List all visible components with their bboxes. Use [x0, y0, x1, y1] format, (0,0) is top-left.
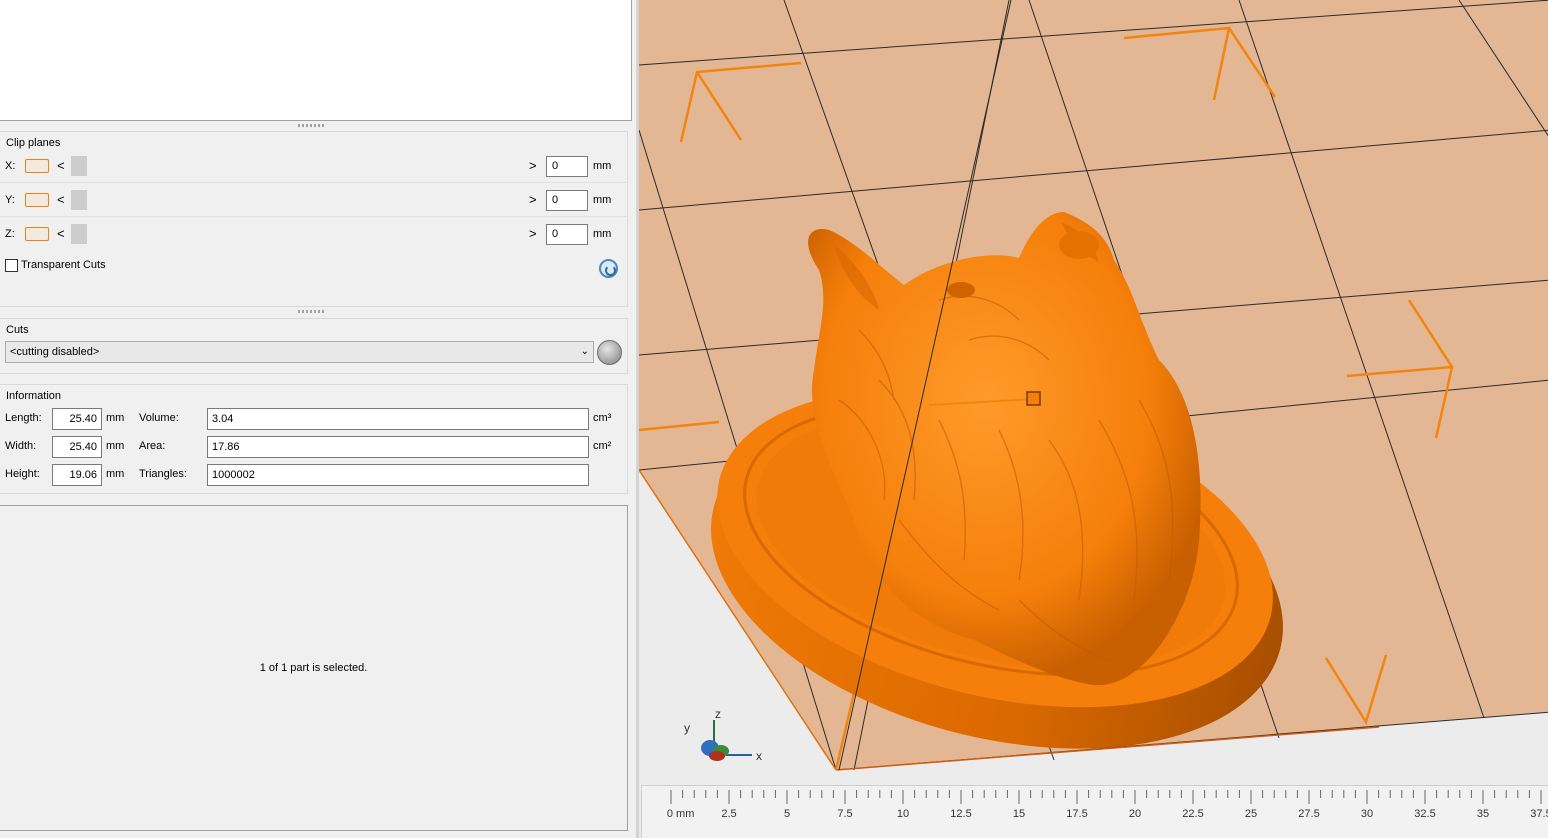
- clip-plane-x-input[interactable]: 0: [546, 156, 588, 177]
- clip-plane-x-unit: mm: [593, 160, 612, 172]
- selection-status: 1 of 1 part is selected.: [259, 662, 368, 674]
- clip-plane-y-label: Y:: [5, 194, 15, 206]
- volume-value: 3.04: [207, 408, 589, 430]
- left-panel: Clip planes X: < > 0 mm Y: < > 0 mm Z: <…: [0, 0, 636, 838]
- axis-y-label: y: [684, 721, 690, 735]
- height-label: Height:: [5, 468, 40, 480]
- object-list-area[interactable]: [0, 0, 632, 121]
- clip-plane-y-slider[interactable]: [71, 190, 87, 210]
- triangles-label: Triangles:: [139, 468, 187, 480]
- reset-icon[interactable]: [599, 259, 618, 278]
- height-unit: mm: [106, 468, 125, 480]
- width-unit: mm: [106, 440, 125, 452]
- ruler-tick-label: 12.5: [950, 808, 972, 820]
- clip-plane-row-z: Z: < > 0 mm: [0, 217, 628, 251]
- transparent-cuts-checkbox[interactable]: [5, 259, 18, 272]
- clip-planes-title: Clip planes: [6, 137, 61, 149]
- ruler-tick-label: 5: [783, 808, 791, 820]
- ruler-tick-label: 35: [1476, 808, 1490, 820]
- clip-plane-z-label: Z:: [5, 228, 15, 240]
- cuts-dropdown[interactable]: <cutting disabled> ⌄: [5, 341, 594, 363]
- height-value: 19.06: [52, 464, 102, 486]
- clip-plane-x-toggle[interactable]: [25, 159, 49, 173]
- ruler-tick-label: 0 mm: [666, 808, 695, 820]
- cut-tool-icon[interactable]: [597, 340, 622, 365]
- area-value: 17.86: [207, 436, 589, 458]
- ruler-tick-label: 7.5: [837, 808, 853, 820]
- clip-plane-x-label: X:: [5, 160, 16, 172]
- clip-plane-z-input[interactable]: 0: [546, 224, 588, 245]
- information-title: Information: [6, 390, 62, 402]
- clip-plane-z-slider[interactable]: [71, 224, 87, 244]
- length-label: Length:: [5, 412, 42, 424]
- ruler-tick-label: 10: [896, 808, 910, 820]
- ruler-tick-label: 2.5: [721, 808, 737, 820]
- clip-plane-y-increase[interactable]: >: [529, 192, 537, 207]
- area-unit: cm²: [593, 440, 612, 452]
- status-panel: 1 of 1 part is selected.: [0, 505, 628, 831]
- width-label: Width:: [5, 440, 37, 452]
- ruler-tick-label: 22.5: [1182, 808, 1204, 820]
- chevron-down-icon: ⌄: [580, 346, 589, 357]
- clip-plane-z-unit: mm: [593, 228, 612, 240]
- transparent-cuts-label: Transparent Cuts: [21, 259, 106, 271]
- 3d-viewport[interactable]: y z x: [636, 0, 1548, 838]
- width-value: 25.40: [52, 436, 102, 458]
- axis-z-label: z: [715, 707, 721, 721]
- clip-plane-row-x: X: < > 0 mm: [0, 149, 628, 183]
- ruler-tick-label: 20: [1128, 808, 1142, 820]
- volume-unit: cm³: [593, 412, 612, 424]
- ruler-tick-label: 30: [1360, 808, 1374, 820]
- triangles-value: 1000002: [207, 464, 589, 486]
- ruler: 0 mm 2.5 5 7.5 10 12.5 15 17.5 20 22.5 25 27.5 30 32.…: [641, 785, 1548, 838]
- clip-plane-y-decrease[interactable]: <: [57, 192, 65, 207]
- clip-plane-row-y: Y: < > 0 mm: [0, 183, 628, 217]
- volume-label: Volume:: [139, 412, 179, 424]
- ruler-tick-label: 37.5: [1530, 808, 1548, 820]
- gizmo-handle: [1026, 391, 1041, 406]
- cuts-title: Cuts: [6, 324, 29, 336]
- viewport-scene: y z x: [639, 0, 1548, 838]
- clip-plane-x-decrease[interactable]: <: [57, 158, 65, 173]
- clip-plane-y-input[interactable]: 0: [546, 190, 588, 211]
- axis-x-label: x: [756, 749, 762, 763]
- ruler-tick-label: 27.5: [1298, 808, 1320, 820]
- splitter-handle-top[interactable]: [298, 124, 326, 127]
- clip-plane-z-toggle[interactable]: [25, 227, 49, 241]
- clip-plane-z-decrease[interactable]: <: [57, 226, 65, 241]
- clip-plane-z-increase[interactable]: >: [529, 226, 537, 241]
- ruler-tick-label: 25: [1244, 808, 1258, 820]
- clip-plane-y-unit: mm: [593, 194, 612, 206]
- ruler-tick-label: 15: [1012, 808, 1026, 820]
- length-value: 25.40: [52, 408, 102, 430]
- splitter-handle-middle[interactable]: [298, 310, 326, 313]
- length-unit: mm: [106, 412, 125, 424]
- clip-plane-x-increase[interactable]: >: [529, 158, 537, 173]
- cuts-dropdown-value: <cutting disabled>: [10, 346, 100, 358]
- clip-plane-y-toggle[interactable]: [25, 193, 49, 207]
- ruler-tick-label: 17.5: [1066, 808, 1088, 820]
- clip-plane-x-slider[interactable]: [71, 156, 87, 176]
- ruler-ticks: [670, 790, 1542, 804]
- area-label: Area:: [139, 440, 166, 452]
- ruler-tick-label: 32.5: [1414, 808, 1436, 820]
